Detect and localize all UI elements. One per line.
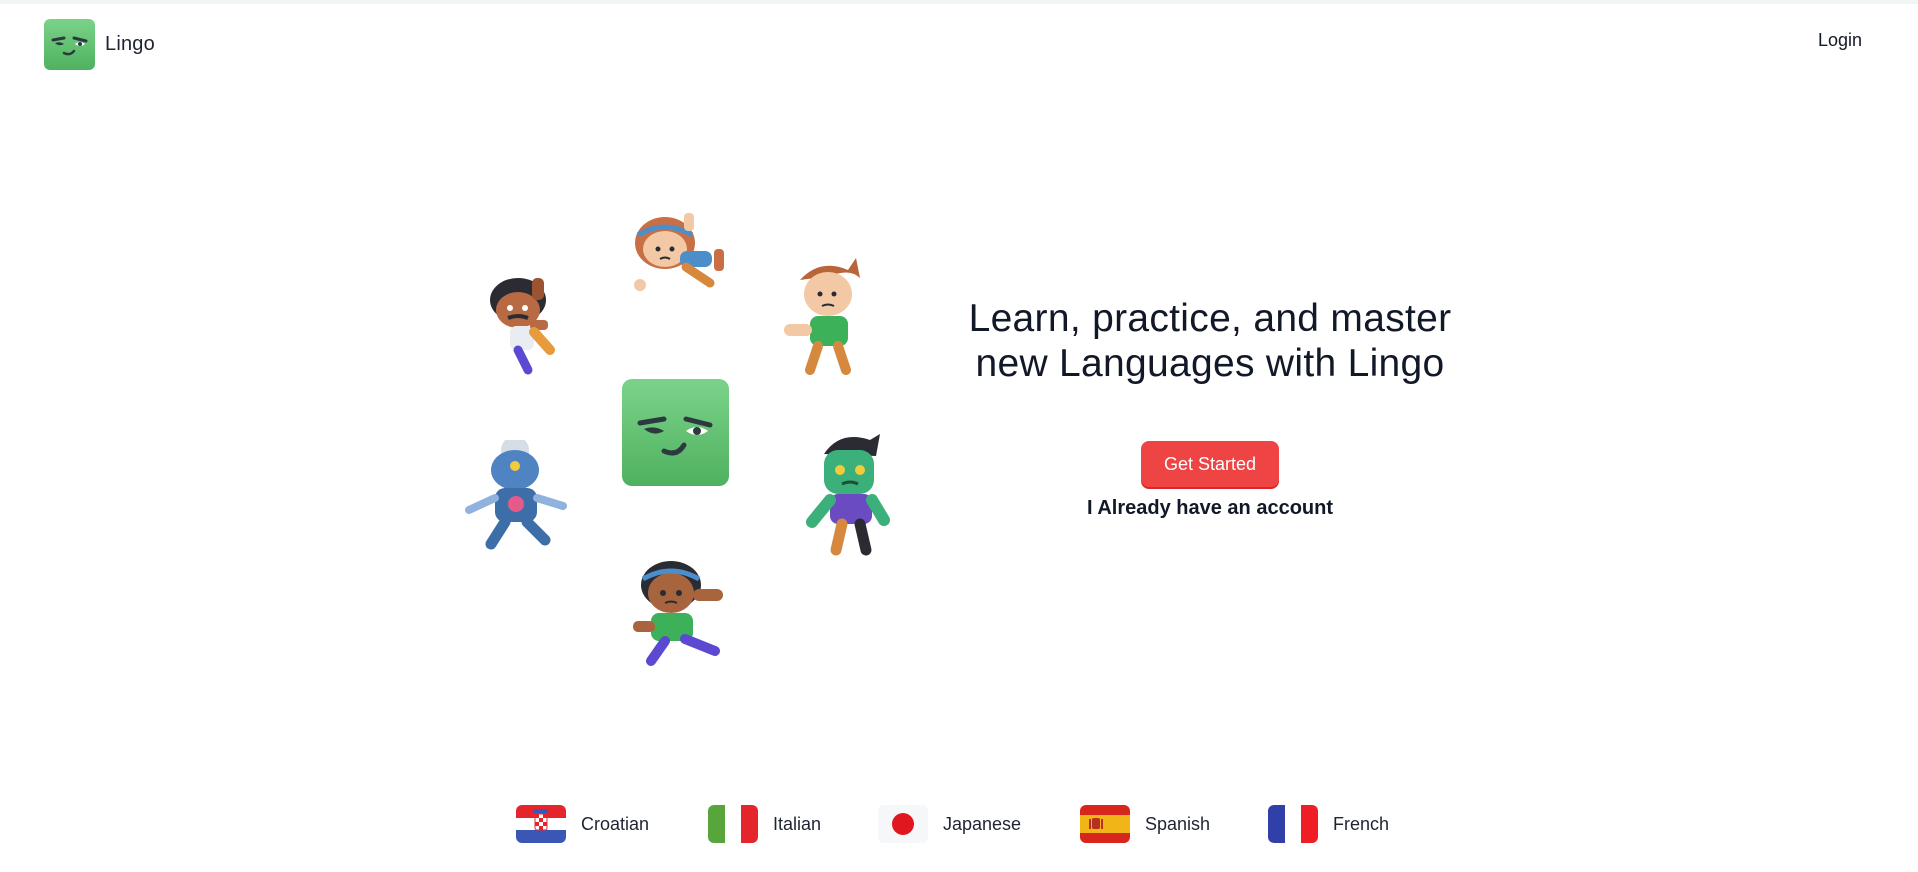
japan-flag-icon xyxy=(878,805,928,843)
language-item-italian[interactable]: Italian xyxy=(708,805,878,843)
language-label: Japanese xyxy=(943,813,1022,834)
language-item-croatian[interactable]: Croatian xyxy=(516,805,708,843)
hero-headline-line2: new Languages with Lingo xyxy=(975,342,1445,385)
character-green-zombie-icon xyxy=(806,434,890,556)
language-item-japanese[interactable]: Japanese xyxy=(878,805,1080,843)
france-flag-icon xyxy=(1268,805,1318,843)
character-boy-green-shirt-icon xyxy=(784,258,860,375)
character-girl-green-shirt-icon xyxy=(633,561,723,666)
existing-account-link[interactable]: I Already have an account xyxy=(1060,497,1360,520)
character-blue-robot-icon xyxy=(465,440,567,550)
language-label: Spanish xyxy=(1145,813,1211,834)
get-started-button[interactable]: Get Started xyxy=(1141,441,1279,487)
character-curly-hair-man-icon xyxy=(490,278,555,375)
spain-flag-icon xyxy=(1080,805,1130,843)
lingo-mascot-logo-icon xyxy=(44,19,95,70)
lingo-mascot-large-icon xyxy=(622,379,729,486)
site-header: Lingo Login xyxy=(0,4,1918,84)
character-girl-headband-icon xyxy=(634,213,724,291)
croatia-flag-icon xyxy=(516,805,566,843)
language-item-french[interactable]: French xyxy=(1268,805,1389,843)
language-label: Italian xyxy=(773,813,822,834)
hero-headline: Learn, practice, and master new Language… xyxy=(900,296,1520,386)
brand-logo-link[interactable]: Lingo xyxy=(44,19,155,70)
login-button[interactable]: Login xyxy=(1818,30,1862,51)
language-label: Croatian xyxy=(581,813,650,834)
italy-flag-icon xyxy=(708,805,758,843)
language-list: Croatian Italian Japanese Spanish French xyxy=(516,802,1389,846)
language-label: French xyxy=(1333,813,1390,834)
hero-illustration xyxy=(440,190,900,670)
hero-text: Learn, practice, and master new Language… xyxy=(900,296,1520,386)
brand-name: Lingo xyxy=(105,33,155,55)
language-item-spanish[interactable]: Spanish xyxy=(1080,805,1268,843)
hero-headline-line1: Learn, practice, and master xyxy=(968,297,1452,340)
